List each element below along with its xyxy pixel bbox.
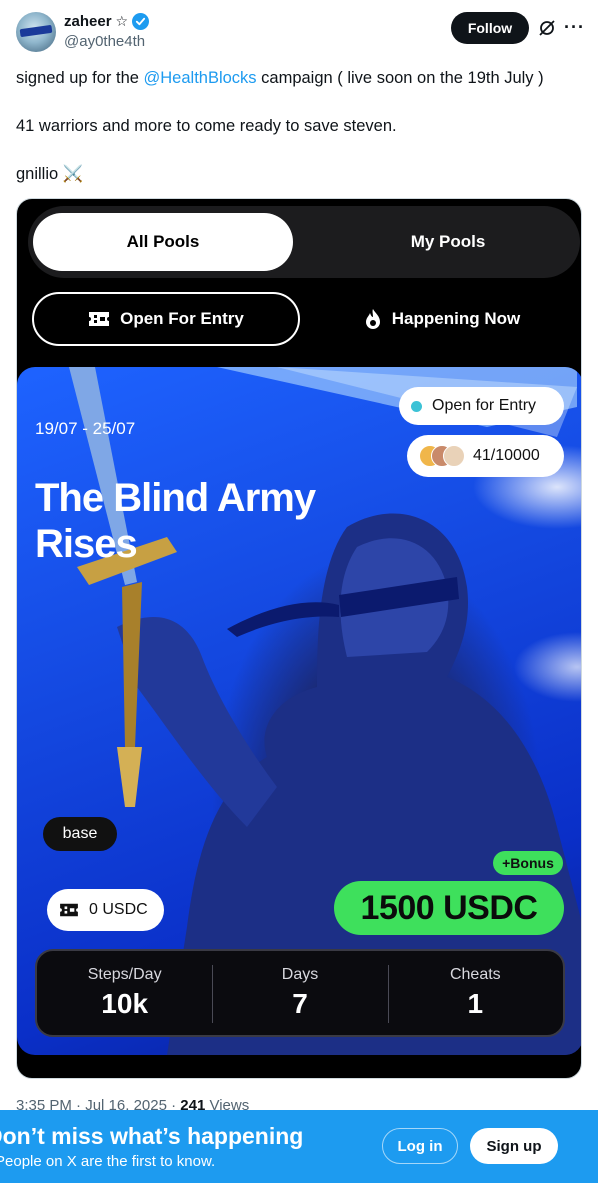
bonus-tag: +Bonus bbox=[493, 851, 563, 875]
balance-value: 0 USDC bbox=[89, 901, 148, 918]
tweet-line-2: 41 warriors and more to come ready to sa… bbox=[16, 117, 397, 135]
stat-label: Steps/Day bbox=[87, 966, 162, 983]
tweet-text-segment: signed up for the bbox=[16, 69, 144, 87]
verified-badge-icon bbox=[132, 13, 150, 30]
entry-balance: 0 USDC bbox=[47, 889, 164, 931]
tweet-line-1: signed up for the @HealthBlocks campaign… bbox=[16, 67, 544, 89]
filter-happening-now[interactable]: Happening Now bbox=[317, 292, 567, 346]
signup-banner: Don’t miss what’s happening People on X … bbox=[0, 1110, 598, 1183]
login-button[interactable]: Log in bbox=[382, 1128, 458, 1164]
tab-my-pools[interactable]: My Pools bbox=[318, 213, 578, 271]
banner-title: Don’t miss what’s happening bbox=[0, 1123, 304, 1149]
tweet-line-3: gnillio ⚔️ bbox=[16, 163, 83, 185]
participants-badge: 41/10000 bbox=[407, 435, 564, 477]
fire-icon bbox=[365, 309, 380, 329]
tab-all-pools[interactable]: All Pools bbox=[33, 213, 293, 271]
swords-emoji-icon: ⚔️ bbox=[62, 165, 84, 183]
follow-button[interactable]: Follow bbox=[451, 12, 529, 44]
tweet-text-segment: gnillio bbox=[16, 165, 59, 183]
participant-avatars-icon bbox=[419, 445, 465, 467]
grok-icon[interactable] bbox=[538, 19, 556, 37]
status-label: Open for Entry bbox=[432, 397, 537, 414]
pool-title: The Blind Army Rises bbox=[35, 476, 316, 566]
signup-button[interactable]: Sign up bbox=[470, 1128, 558, 1164]
ticket-icon bbox=[60, 903, 78, 917]
pool-card[interactable]: 19/07 - 25/07 The Blind Army Rises Open … bbox=[17, 367, 581, 1055]
pool-date-range: 19/07 - 25/07 bbox=[35, 419, 136, 438]
tweet-media-image[interactable]: All Pools My Pools Open For Entry Happen… bbox=[16, 198, 582, 1079]
network-badge: base bbox=[43, 817, 117, 851]
ticket-icon bbox=[89, 312, 110, 326]
pool-tabs: All Pools My Pools bbox=[28, 206, 580, 278]
stat-value: 7 bbox=[292, 988, 308, 1019]
author-name[interactable]: zaheer bbox=[64, 13, 112, 30]
stat-days: Days 7 bbox=[212, 951, 387, 1035]
status-dot-icon bbox=[411, 400, 422, 412]
filter-open-for-entry[interactable]: Open For Entry bbox=[32, 292, 300, 346]
banner-subtitle: People on X are the first to know. bbox=[0, 1153, 216, 1170]
stat-value: 10k bbox=[101, 988, 149, 1019]
star-symbol: ☆ bbox=[115, 13, 129, 29]
author-handle[interactable]: @ay0the4th bbox=[64, 33, 145, 50]
author-name-row[interactable]: zaheer ☆ bbox=[64, 13, 150, 30]
stat-label: Days bbox=[281, 966, 319, 983]
participants-count: 41/10000 bbox=[473, 447, 540, 464]
prize-amount: 1500 USDC bbox=[334, 881, 564, 935]
stat-label: Cheats bbox=[449, 966, 501, 983]
mention-link[interactable]: @HealthBlocks bbox=[144, 69, 257, 87]
more-icon[interactable]: ··· bbox=[564, 18, 585, 36]
avatar[interactable] bbox=[16, 12, 56, 52]
pool-stats: Steps/Day 10k Days 7 Cheats 1 bbox=[35, 949, 565, 1037]
stat-steps-per-day: Steps/Day 10k bbox=[37, 951, 212, 1035]
filter-label: Happening Now bbox=[391, 309, 521, 328]
status-badge: Open for Entry bbox=[399, 387, 564, 425]
filter-label: Open For Entry bbox=[120, 309, 244, 328]
stat-value: 1 bbox=[467, 988, 484, 1019]
tweet-text-segment: campaign ( live soon on the 19th July ) bbox=[256, 69, 544, 87]
stat-cheats: Cheats 1 bbox=[387, 951, 563, 1035]
tweet-header: zaheer ☆ @ay0the4th Follow ··· bbox=[16, 10, 585, 56]
